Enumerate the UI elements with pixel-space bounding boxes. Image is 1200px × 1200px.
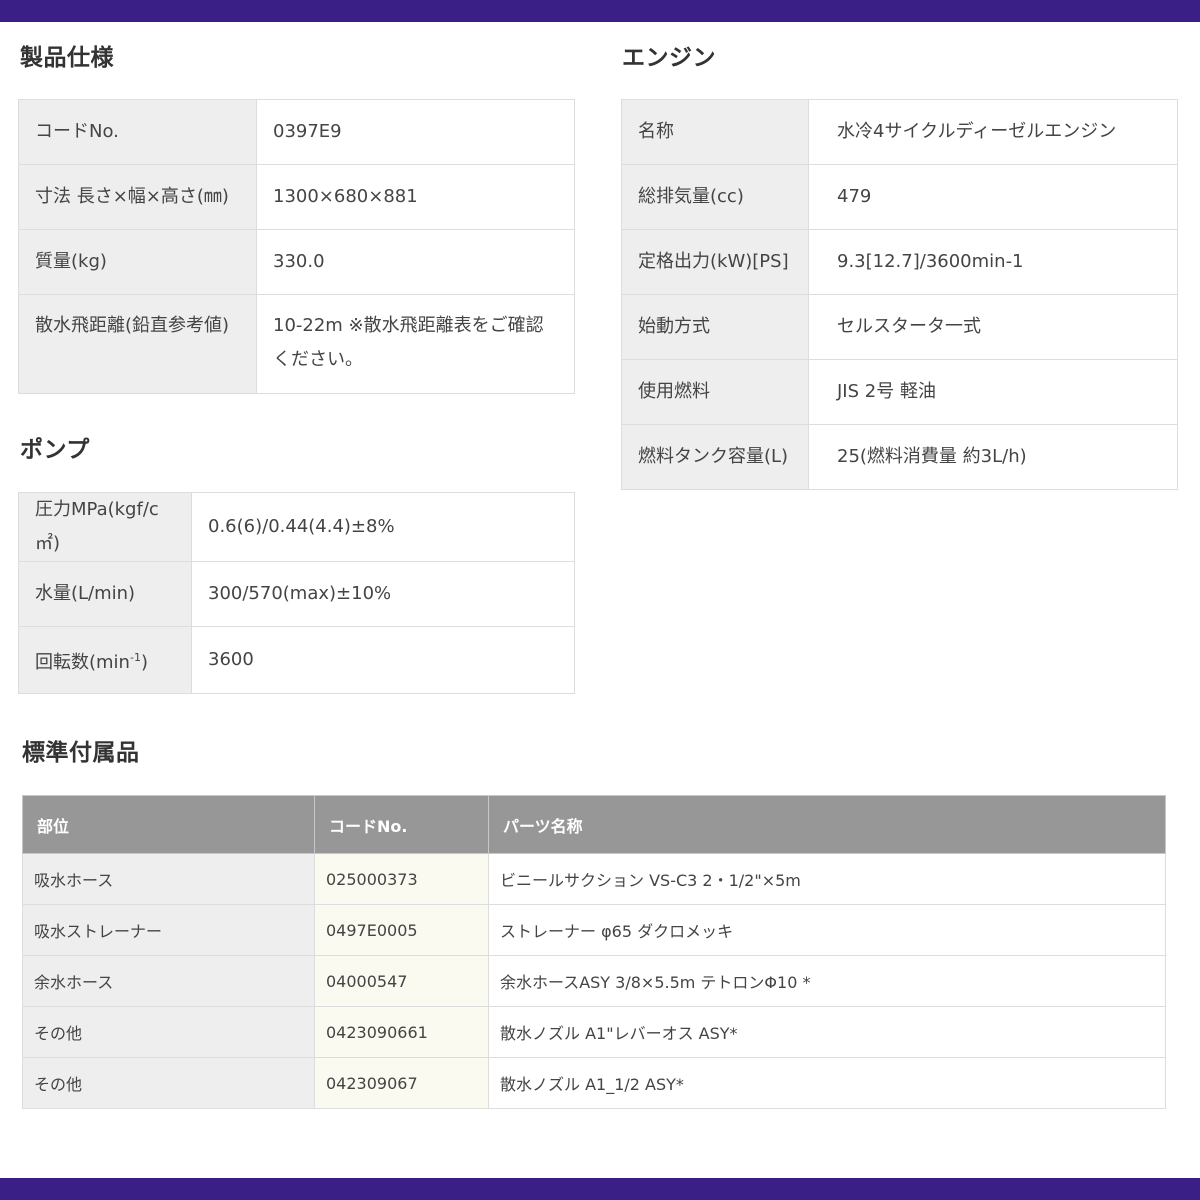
code-cell: 0497E0005 [314,904,489,956]
pump-value: 300/570(max)±10% [191,561,575,627]
accessories-table: 部位 コードNo. パーツ名称 吸水ホース 025000373 ビニールサクショ… [22,795,1166,1109]
engine-value: 9.3[12.7]/3600min-1 [808,229,1178,295]
engine-label: 定格出力(kW)[PS] [621,229,809,295]
spec-value: 330.0 [256,229,575,295]
spec-label: 質量(kg) [18,229,257,295]
engine-row: 総排気量(cc) 479 [621,164,1178,230]
engine-label: 名称 [621,99,809,165]
part-cell: 吸水ホース [22,853,315,905]
table-row: 吸水ストレーナー 0497E0005 ストレーナー φ65 ダクロメッキ [22,904,1166,956]
code-cell: 04000547 [314,955,489,1007]
part-cell: 吸水ストレーナー [22,904,315,956]
code-cell: 025000373 [314,853,489,905]
pump-value: 3600 [191,626,575,694]
part-cell: その他 [22,1006,315,1058]
pump-row: 回転数(min-1) 3600 [18,626,575,694]
code-cell: 042309067 [314,1057,489,1109]
spec-row: 散水飛距離(鉛直参考値) 10-22m ※散水飛距離表をご確認ください。 [18,294,575,394]
engine-label: 使用燃料 [621,359,809,425]
engine-row: 定格出力(kW)[PS] 9.3[12.7]/3600min-1 [621,229,1178,295]
pump-heading: ポンプ [20,437,90,463]
engine-row: 始動方式 セルスタータ一式 [621,294,1178,360]
name-cell: 余水ホースASY 3/8×5.5m テトロンΦ10 * [488,955,1166,1007]
pump-row: 水量(L/min) 300/570(max)±10% [18,561,575,627]
table-row: その他 0423090661 散水ノズル A1"レバーオス ASY* [22,1006,1166,1058]
pump-label-end: ) [140,651,148,673]
engine-value: JIS 2号 軽油 [808,359,1178,425]
code-cell: 0423090661 [314,1006,489,1058]
pump-label-sup: -1 [129,650,141,664]
pump-label: 水量(L/min) [18,561,192,627]
table-row: 余水ホース 04000547 余水ホースASY 3/8×5.5m テトロンΦ10… [22,955,1166,1007]
part-cell: 余水ホース [22,955,315,1007]
pump-label: 圧力MPa(kgf/c㎡) [18,492,192,562]
engine-row: 燃料タンク容量(L) 25(燃料消費量 約3L/h) [621,424,1178,490]
accessories-heading: 標準付属品 [22,740,140,766]
header-code: コードNo. [314,795,489,854]
engine-value: 479 [808,164,1178,230]
accessories-header-row: 部位 コードNo. パーツ名称 [22,795,1166,854]
name-cell: ビニールサクション VS-C3 2・1/2"×5m [488,853,1166,905]
name-cell: 散水ノズル A1_1/2 ASY* [488,1057,1166,1109]
pump-row: 圧力MPa(kgf/c㎡) 0.6(6)/0.44(4.4)±8% [18,492,575,562]
bottom-accent-bar [0,1178,1200,1200]
name-cell: 散水ノズル A1"レバーオス ASY* [488,1006,1166,1058]
spec-row: 質量(kg) 330.0 [18,229,575,295]
header-part: 部位 [22,795,315,854]
pump-table: 圧力MPa(kgf/c㎡) 0.6(6)/0.44(4.4)±8% 水量(L/m… [18,492,575,694]
table-row: その他 042309067 散水ノズル A1_1/2 ASY* [22,1057,1166,1109]
pump-label-text: 回転数(min [35,651,130,673]
spec-value: 1300×680×881 [256,164,575,230]
engine-row: 使用燃料 JIS 2号 軽油 [621,359,1178,425]
spec-row: コードNo. 0397E9 [18,99,575,165]
header-name: パーツ名称 [488,795,1166,854]
product-spec-heading: 製品仕様 [20,45,114,71]
engine-value: 25(燃料消費量 約3L/h) [808,424,1178,490]
engine-label: 総排気量(cc) [621,164,809,230]
pump-label: 回転数(min-1) [18,626,192,694]
engine-value: セルスタータ一式 [808,294,1178,360]
name-cell: ストレーナー φ65 ダクロメッキ [488,904,1166,956]
engine-label: 始動方式 [621,294,809,360]
pump-value: 0.6(6)/0.44(4.4)±8% [191,492,575,562]
engine-label: 燃料タンク容量(L) [621,424,809,490]
engine-row: 名称 水冷4サイクルディーゼルエンジン [621,99,1178,165]
engine-heading: エンジン [622,45,716,71]
product-spec-table: コードNo. 0397E9 寸法 長さ×幅×高さ(㎜) 1300×680×881… [18,99,575,394]
engine-table: 名称 水冷4サイクルディーゼルエンジン 総排気量(cc) 479 定格出力(kW… [621,99,1178,490]
part-cell: その他 [22,1057,315,1109]
spec-row: 寸法 長さ×幅×高さ(㎜) 1300×680×881 [18,164,575,230]
top-accent-bar [0,0,1200,22]
spec-label: 寸法 長さ×幅×高さ(㎜) [18,164,257,230]
table-row: 吸水ホース 025000373 ビニールサクション VS-C3 2・1/2"×5… [22,853,1166,905]
spec-value: 10-22m ※散水飛距離表をご確認ください。 [256,294,575,394]
spec-label: コードNo. [18,99,257,165]
engine-value: 水冷4サイクルディーゼルエンジン [808,99,1178,165]
spec-label: 散水飛距離(鉛直参考値) [18,294,257,394]
spec-value: 0397E9 [256,99,575,165]
